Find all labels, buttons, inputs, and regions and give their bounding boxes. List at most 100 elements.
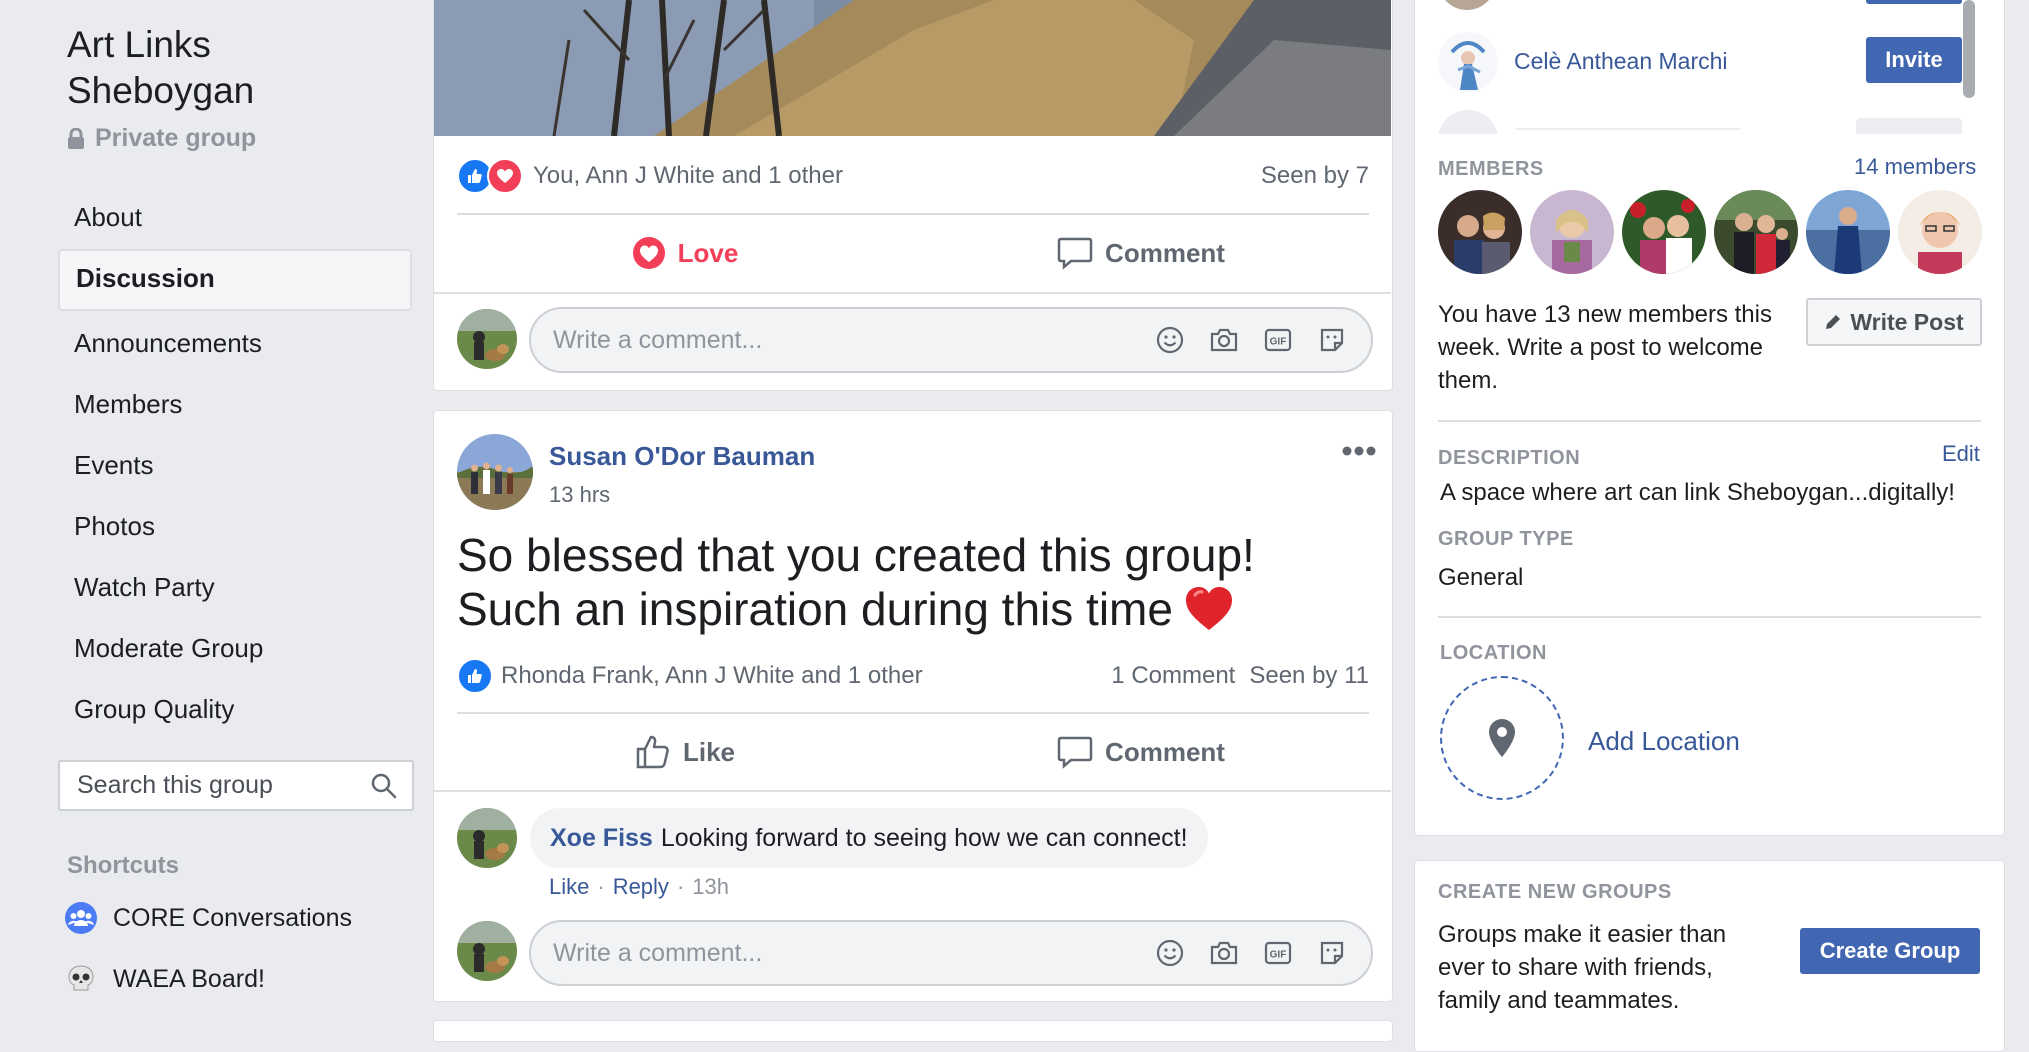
member-avatar[interactable]	[1806, 190, 1890, 274]
seen-count[interactable]: Seen by 11	[1249, 662, 1369, 690]
members-count-link[interactable]: 14 members	[1854, 154, 1976, 180]
map-pin-icon	[1489, 719, 1515, 757]
post-photo[interactable]	[434, 0, 1391, 136]
invite-button[interactable]	[1866, 0, 1962, 4]
seen-count[interactable]: Seen by 7	[1261, 162, 1369, 190]
search-icon[interactable]	[370, 772, 398, 800]
privacy-label: Private group	[95, 124, 257, 152]
divider	[457, 712, 1369, 714]
add-location-circle[interactable]	[1440, 676, 1564, 800]
suggested-member-avatar[interactable]	[1438, 110, 1498, 134]
camera-icon[interactable]	[1209, 938, 1239, 968]
add-location-link[interactable]: Add Location	[1588, 726, 1740, 757]
privacy-status: Private group	[67, 124, 256, 153]
member-avatars	[1438, 190, 1990, 274]
like-icon	[636, 735, 669, 769]
location-heading: LOCATION	[1440, 642, 1547, 664]
comment-author[interactable]: Xoe Fiss	[550, 824, 653, 853]
write-post-button[interactable]: Write Post	[1806, 298, 1982, 346]
scrollbar[interactable]	[1963, 0, 1975, 98]
post-author-name[interactable]: Susan O'Dor Bauman	[549, 441, 815, 472]
user-avatar[interactable]	[457, 921, 517, 981]
group-type-value: General	[1438, 564, 1524, 591]
svg-text:GIF: GIF	[1270, 337, 1287, 348]
member-avatar[interactable]	[1898, 190, 1982, 274]
comment-label: Comment	[1105, 237, 1225, 268]
divider	[434, 292, 1391, 294]
commenter-avatar[interactable]	[457, 808, 517, 868]
comment-count[interactable]: 1 Comment	[1111, 662, 1235, 690]
post-timestamp[interactable]: 13 hrs	[549, 482, 610, 508]
description-text: A space where art can link Sheboygan...d…	[1440, 479, 1955, 506]
suggested-member-avatar[interactable]	[1438, 32, 1498, 92]
loading-placeholder	[1516, 128, 1740, 130]
nav-item-announcements[interactable]: Announcements	[58, 314, 412, 372]
invite-button[interactable]: Invite	[1866, 37, 1962, 83]
member-avatar[interactable]	[1622, 190, 1706, 274]
sticker-icon[interactable]	[1317, 938, 1347, 968]
comment-icon	[1057, 237, 1093, 270]
create-groups-heading: CREATE NEW GROUPS	[1438, 881, 1672, 903]
separator: ·	[597, 874, 605, 899]
reactions-summary: Rhonda Frank, Ann J White and 1 other	[501, 662, 923, 689]
group-search	[58, 760, 414, 811]
comment-composer: GIF	[529, 307, 1373, 373]
love-button[interactable]: Love	[457, 225, 913, 281]
nav-item-members[interactable]: Members	[58, 375, 412, 433]
comment-text: Looking forward to seeing how we can con…	[660, 823, 1188, 852]
emoji-icon[interactable]	[1155, 325, 1185, 355]
post-card	[433, 1020, 1393, 1042]
camera-icon[interactable]	[1209, 325, 1239, 355]
lake-path-photo	[434, 0, 1391, 136]
divider	[457, 213, 1369, 215]
user-avatar[interactable]	[457, 309, 517, 369]
comment-bubble: Xoe Fiss Looking forward to seeing how w…	[530, 808, 1208, 868]
shortcut-label: WAEA Board!	[113, 964, 265, 993]
like-button[interactable]: Like	[457, 724, 913, 780]
member-avatar[interactable]	[1530, 190, 1614, 274]
suggested-member-avatar[interactable]	[1438, 0, 1496, 10]
new-members-text: You have 13 new members this week. Write…	[1438, 301, 1772, 394]
comment-button[interactable]: Comment	[913, 225, 1369, 281]
nav-item-group-quality[interactable]: Group Quality	[58, 680, 412, 738]
comment-label: Comment	[1105, 736, 1225, 767]
loading-placeholder	[1856, 118, 1962, 134]
create-group-button[interactable]: Create Group	[1800, 928, 1980, 974]
edit-description-link[interactable]: Edit	[1942, 441, 1980, 467]
member-avatar[interactable]	[1438, 190, 1522, 274]
more-options-icon[interactable]	[1342, 444, 1376, 458]
pencil-icon	[1826, 315, 1841, 329]
comment-like-link[interactable]: Like	[549, 874, 589, 900]
description-heading: DESCRIPTION	[1438, 447, 1581, 469]
shortcuts-heading: Shortcuts	[67, 852, 180, 879]
search-input[interactable]	[60, 770, 359, 801]
create-groups-text: Groups make it easier than ever to share…	[1438, 921, 1727, 1014]
suggested-member-name[interactable]: Celè Anthean Marchi	[1514, 48, 1728, 75]
nav-item-watch-party[interactable]: Watch Party	[58, 558, 412, 616]
red-heart-icon	[1185, 587, 1232, 630]
gif-icon[interactable]: GIF	[1263, 938, 1293, 968]
group-title[interactable]: Art Links Sheboygan	[67, 22, 367, 114]
comment-button[interactable]: Comment	[913, 724, 1369, 780]
shortcut-waea-board[interactable]: WAEA Board!	[65, 963, 265, 995]
group-icon	[65, 902, 97, 934]
like-label: Like	[682, 736, 736, 767]
post-reactions[interactable]: Rhonda Frank, Ann J White and 1 other 1 …	[457, 658, 1369, 694]
nav-item-about[interactable]: About	[58, 188, 412, 246]
author-avatar[interactable]	[457, 434, 533, 510]
nav-item-moderate-group[interactable]: Moderate Group	[58, 619, 412, 677]
comment-reply-link[interactable]: Reply	[613, 874, 669, 900]
post-reactions[interactable]: You, Ann J White and 1 other Seen by 7	[457, 158, 1369, 194]
comment-input[interactable]	[531, 937, 1155, 969]
comment-time[interactable]: 13h	[692, 874, 729, 900]
nav-item-discussion[interactable]: Discussion	[58, 249, 412, 311]
love-icon	[632, 237, 665, 269]
member-avatar[interactable]	[1714, 190, 1798, 274]
shortcut-core-conversations[interactable]: CORE Conversations	[65, 902, 352, 934]
nav-item-events[interactable]: Events	[58, 436, 412, 494]
comment-input[interactable]	[531, 324, 1155, 356]
gif-icon[interactable]: GIF	[1263, 325, 1293, 355]
nav-item-photos[interactable]: Photos	[58, 497, 412, 555]
sticker-icon[interactable]	[1317, 325, 1347, 355]
emoji-icon[interactable]	[1155, 938, 1185, 968]
